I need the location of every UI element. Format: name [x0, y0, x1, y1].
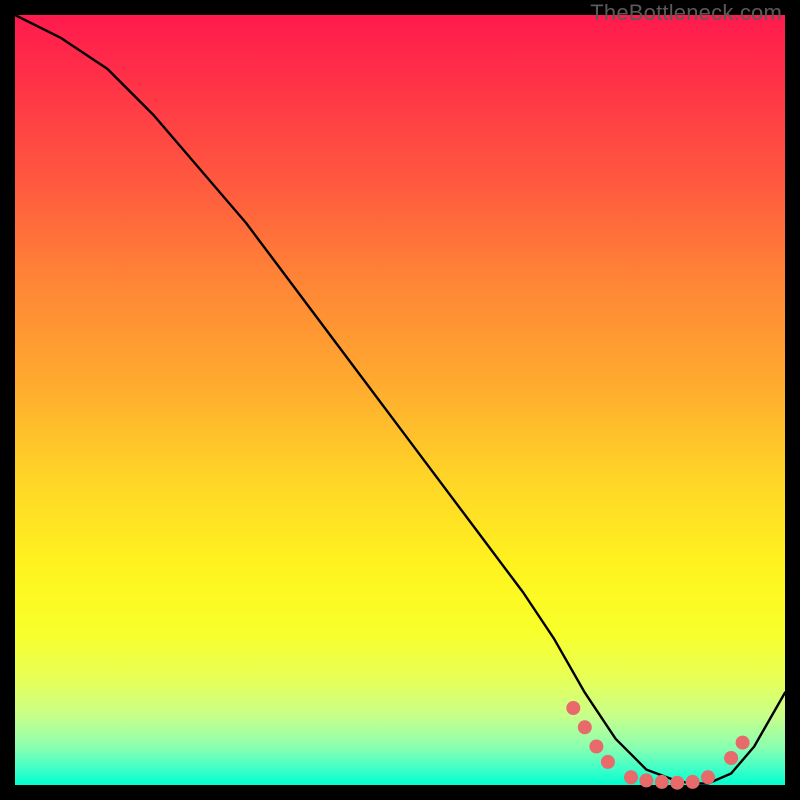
- watermark-text: TheBottleneck.com: [590, 0, 782, 26]
- data-marker: [578, 720, 592, 734]
- chart-frame: TheBottleneck.com: [0, 0, 800, 800]
- chart-plot-area: [15, 15, 785, 785]
- data-marker: [736, 736, 750, 750]
- data-marker: [601, 755, 615, 769]
- bottleneck-curve: [15, 15, 785, 784]
- data-marker: [655, 775, 669, 789]
- data-marker: [589, 740, 603, 754]
- data-marker: [670, 776, 684, 790]
- data-marker: [686, 775, 700, 789]
- data-marker: [701, 770, 715, 784]
- data-marker: [624, 770, 638, 784]
- data-marker: [724, 751, 738, 765]
- data-marker: [566, 701, 580, 715]
- chart-svg: [15, 15, 785, 785]
- data-marker: [639, 773, 653, 787]
